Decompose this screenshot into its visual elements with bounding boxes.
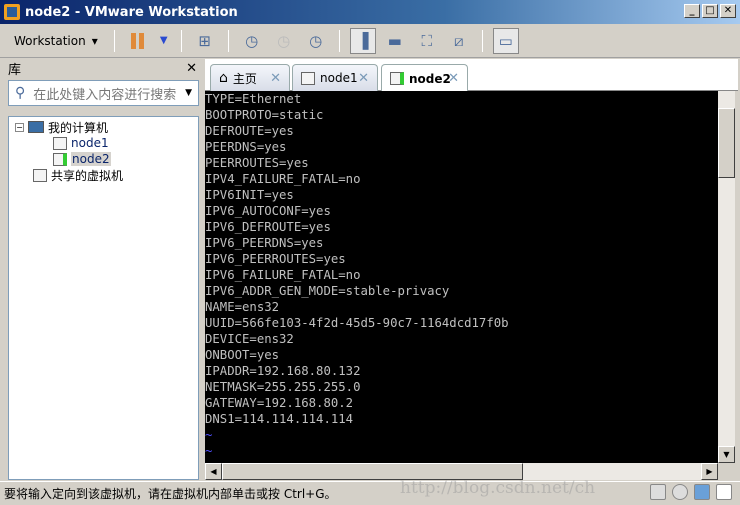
terminal-line: IPV6INIT=yes — [205, 188, 294, 202]
tab-close-icon[interactable]: ✕ — [358, 71, 369, 86]
vertical-scrollbar[interactable]: ▼ — [718, 91, 735, 463]
terminal-line: TYPE=Ethernet — [205, 92, 302, 106]
terminal-line: NETMASK=255.255.255.0 — [205, 380, 361, 394]
computer-icon — [28, 121, 44, 133]
vm-running-icon — [390, 72, 404, 85]
terminal-line: ONBOOT=yes — [205, 348, 280, 362]
send-ctrl-alt-del-button[interactable]: ⊞ — [192, 28, 218, 54]
terminal-line: IPV6_PEERDNS=yes — [205, 236, 324, 250]
terminal-line: DNS1=114.114.114.114 — [205, 412, 354, 426]
home-icon: ⌂ — [219, 70, 228, 86]
thumbnail-bar-button[interactable]: ▬ — [382, 28, 408, 54]
terminal-tilde-line: ~ — [205, 428, 213, 442]
toolbar: Workstation ▾ ▼ ⊞ ◷ ◷ ◷ ▐ ▬ ⛶ ⧄ ▭ — [0, 24, 740, 58]
watermark: http://blog.csdn.net/ch — [400, 478, 596, 498]
tree-label: 我的计算机 — [48, 120, 109, 135]
status-text: 要将输入定向到该虚拟机，请在虚拟机内部单击或按 Ctrl+G。 — [4, 487, 337, 501]
network-icon[interactable] — [694, 484, 710, 500]
tree-item-shared-vms[interactable]: 共享的虚拟机 — [9, 167, 198, 183]
revert-snapshot-button[interactable]: ◷ — [271, 28, 297, 54]
vm-area: ⌂ 主页 ✕ node1 ✕ node2 ✕ TYPE=Ethernet BOOT… — [205, 59, 738, 480]
scroll-down-button[interactable]: ▼ — [718, 446, 735, 463]
tree-item-my-computer[interactable]: − 我的计算机 — [9, 119, 198, 135]
terminal-line: IPV6_PEERROUTES=yes — [205, 252, 346, 266]
library-tree: − 我的计算机 node1 node2 共享的虚拟机 — [8, 116, 199, 480]
terminal-line: IPV6_DEFROUTE=yes — [205, 220, 331, 234]
scroll-left-button[interactable]: ◀ — [205, 463, 222, 480]
terminal-line: DEFROUTE=yes — [205, 124, 294, 138]
terminal-tilde-line: ~ — [205, 444, 213, 458]
library-close-icon[interactable]: ✕ — [186, 61, 197, 76]
chevron-down-icon: ▾ — [91, 33, 98, 48]
snapshot-manager-button[interactable]: ◷ — [303, 28, 329, 54]
search-icon: ⚲ — [15, 85, 26, 101]
terminal-line: IPV4_FAILURE_FATAL=no — [205, 172, 361, 186]
terminal-line: IPV6_ADDR_GEN_MODE=stable-privacy — [205, 284, 450, 298]
vm-icon — [301, 71, 315, 85]
vmware-app-icon — [4, 4, 20, 20]
title-bar: node2 - VMware Workstation _ □ ✕ — [0, 0, 740, 24]
chevron-down-icon[interactable]: ▼ — [185, 88, 192, 98]
status-bar: 要将输入定向到该虚拟机，请在虚拟机内部单击或按 Ctrl+G。 — [0, 481, 740, 505]
terminal-line: DEVICE=ens32 — [205, 332, 294, 346]
power-dropdown-button[interactable]: ▼ — [157, 28, 171, 54]
terminal-line: PEERDNS=yes — [205, 140, 287, 154]
terminal-line: IPADDR=192.168.80.132 — [205, 364, 361, 378]
shared-vm-icon — [33, 168, 47, 182]
tab-node1[interactable]: node1 ✕ — [292, 64, 378, 91]
collapse-icon[interactable]: − — [15, 122, 24, 132]
unity-button[interactable]: ⧄ — [446, 28, 472, 54]
maximize-button[interactable]: □ — [702, 4, 718, 18]
search-placeholder: 在此处键入内容进行搜索 — [33, 87, 177, 103]
divider — [113, 29, 115, 52]
tree-label: 共享的虚拟机 — [51, 168, 124, 183]
tab-bar: ⌂ 主页 ✕ node1 ✕ node2 ✕ — [205, 59, 738, 92]
tree-label: node2 — [71, 152, 111, 166]
workstation-menu-button[interactable]: Workstation ▾ — [8, 34, 104, 48]
divider — [227, 29, 229, 52]
tab-home[interactable]: ⌂ 主页 ✕ — [210, 64, 290, 91]
scrollbar-thumb[interactable] — [718, 108, 735, 178]
vm-console[interactable]: TYPE=Ethernet BOOTPROTO=static DEFROUTE=ye… — [205, 91, 718, 463]
terminal-line: NAME=ens32 — [205, 300, 280, 314]
library-panel: 库 ✕ ⚲ 在此处键入内容进行搜索 ▼ − 我的计算机 node1 node2 共… — [0, 59, 202, 480]
divider — [338, 29, 340, 52]
tab-node2[interactable]: node2 ✕ — [381, 64, 468, 92]
divider — [481, 29, 483, 52]
library-title: 库 — [8, 62, 22, 78]
tab-label: node1 — [320, 71, 358, 85]
message-log-icon[interactable] — [716, 484, 732, 500]
cd-dvd-icon[interactable] — [672, 484, 688, 500]
hard-disk-icon[interactable] — [650, 484, 666, 500]
terminal-line: PEERROUTES=yes — [205, 156, 309, 170]
tree-item-node2[interactable]: node2 — [9, 151, 198, 167]
pause-icon — [131, 32, 145, 49]
tab-label: node2 — [409, 71, 451, 86]
close-button[interactable]: ✕ — [720, 4, 736, 18]
tree-item-node1[interactable]: node1 — [9, 135, 198, 151]
show-library-button[interactable]: ▐ — [349, 27, 376, 54]
tab-close-icon[interactable]: ✕ — [270, 71, 281, 86]
minimize-button[interactable]: _ — [684, 4, 700, 18]
terminal-line: GATEWAY=192.168.80.2 — [205, 396, 354, 410]
vm-icon — [53, 136, 67, 150]
vm-running-icon — [53, 152, 67, 166]
terminal-line: UUID=566fe103-4f2d-45d5-90c7-1164dcd17f0… — [205, 316, 509, 330]
pause-button[interactable] — [125, 28, 151, 54]
terminal-line: IPV6_AUTOCONF=yes — [205, 204, 331, 218]
workstation-label: Workstation — [14, 33, 86, 48]
divider — [180, 29, 182, 52]
tree-label: node1 — [71, 136, 109, 150]
terminal-line: BOOTPROTO=static — [205, 108, 324, 122]
take-snapshot-button[interactable]: ◷ — [239, 28, 265, 54]
tab-label: 主页 — [232, 71, 257, 86]
console-view-button[interactable]: ▭ — [492, 27, 519, 54]
tab-close-icon[interactable]: ✕ — [448, 71, 459, 86]
full-screen-button[interactable]: ⛶ — [414, 28, 440, 54]
terminal-line: IPV6_FAILURE_FATAL=no — [205, 268, 361, 282]
library-search-input[interactable]: ⚲ 在此处键入内容进行搜索 ▼ — [8, 80, 199, 106]
scroll-right-button[interactable]: ▶ — [701, 463, 718, 480]
window-title: node2 - VMware Workstation — [25, 4, 238, 20]
